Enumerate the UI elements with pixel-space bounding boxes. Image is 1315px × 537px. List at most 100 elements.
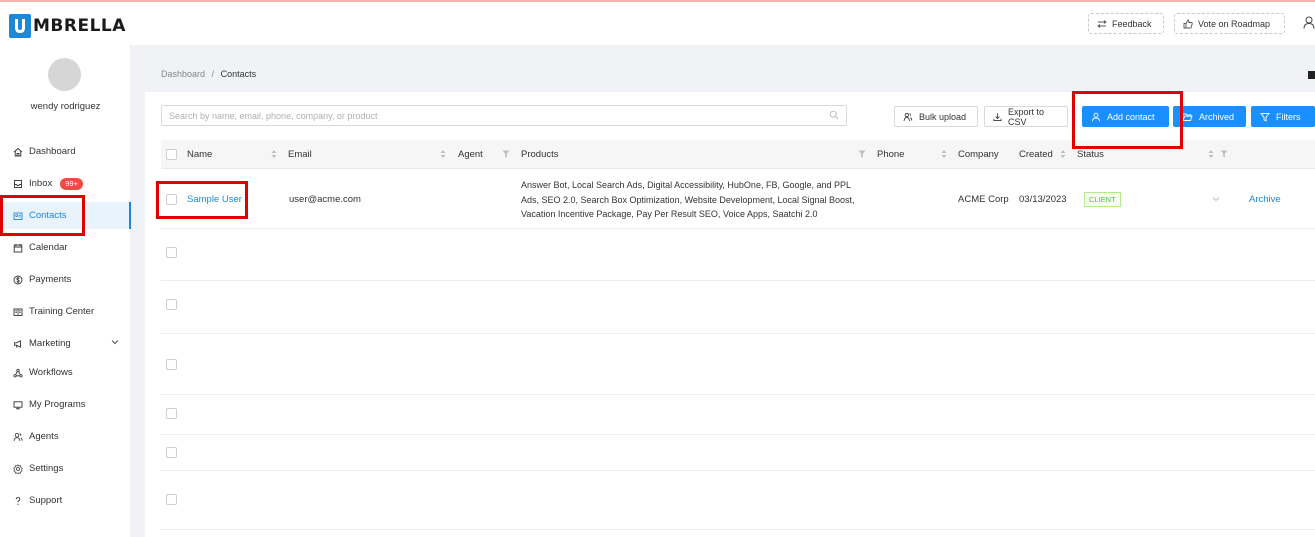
thumbs-up-icon — [1183, 19, 1193, 28]
sidebar-item-my-programs[interactable]: My Programs — [0, 391, 131, 418]
col-name[interactable]: Name — [187, 140, 212, 169]
filter-icon[interactable] — [1220, 150, 1228, 158]
user-profile-icon[interactable] — [1303, 16, 1315, 32]
row-checkbox[interactable] — [166, 247, 177, 258]
chevron-down-icon[interactable] — [111, 339, 119, 345]
sort-icon[interactable] — [440, 149, 446, 159]
filters-button[interactable]: Filters — [1251, 106, 1315, 127]
avatar[interactable] — [48, 58, 81, 91]
col-created[interactable]: Created — [1019, 140, 1053, 169]
sidebar-item-label: Training Center — [29, 306, 95, 317]
sidebar-item-marketing[interactable]: Marketing — [0, 330, 131, 357]
breadcrumb-separator: / — [211, 69, 215, 79]
export-csv-label: Export to CSV — [1007, 106, 1044, 127]
table-row — [161, 435, 1315, 471]
sidebar-item-label: Calendar — [29, 242, 68, 253]
breadcrumb-dashboard[interactable]: Dashboard — [161, 69, 205, 79]
sidebar-item-support[interactable]: Support — [0, 487, 131, 514]
sort-icon[interactable] — [1060, 149, 1066, 159]
sidebar-item-label: Payments — [29, 274, 72, 285]
sidebar-item-settings[interactable]: Settings — [0, 455, 131, 482]
sort-icon[interactable] — [1208, 149, 1214, 159]
folder-open-icon — [1182, 113, 1193, 121]
row-checkbox[interactable] — [166, 299, 177, 310]
sidebar-item-agents[interactable]: Agents — [0, 423, 131, 450]
sidebar-item-label: Support — [29, 495, 63, 506]
swap-icon — [1097, 19, 1107, 28]
table-row — [161, 334, 1315, 395]
contact-company: ACME Corp — [958, 194, 1009, 205]
sidebar-item-calendar[interactable]: Calendar — [0, 234, 131, 261]
sidebar-item-label: Inbox — [29, 178, 53, 189]
top-header: MBRELLA Feedback Vote on Roadmap — [0, 2, 1315, 45]
chevron-down-icon[interactable] — [1212, 196, 1220, 202]
inbox-count-badge: 99+ — [60, 177, 83, 190]
highlight-box-contacts — [0, 195, 85, 236]
row-checkbox[interactable] — [166, 408, 177, 419]
user-name: wendy rodriguez — [30, 101, 101, 112]
contact-products: Answer Bot, Local Search Ads, Digital Ac… — [521, 180, 855, 219]
monitor-icon — [13, 400, 23, 409]
table-row — [161, 471, 1315, 530]
sidebar-item-inbox[interactable]: Inbox 99+ — [0, 170, 131, 197]
row-checkbox[interactable] — [166, 359, 177, 370]
logo-mark-icon — [9, 14, 31, 38]
sidebar-item-payments[interactable]: Payments — [0, 266, 131, 293]
contact-email: user@acme.com — [289, 194, 361, 205]
roadmap-label: Vote on Roadmap — [1198, 18, 1271, 29]
brand-name: MBRELLA — [33, 16, 126, 36]
sort-icon[interactable] — [941, 149, 947, 159]
book-icon — [13, 308, 23, 316]
breadcrumb-current: Contacts — [220, 69, 257, 79]
sidebar-item-label: My Programs — [29, 399, 86, 410]
question-icon — [15, 496, 21, 505]
archive-link[interactable]: Archive — [1249, 194, 1281, 205]
sidebar-item-label: Agents — [29, 431, 59, 442]
sidebar-item-workflows[interactable]: Workflows — [0, 359, 131, 386]
col-email[interactable]: Email — [288, 140, 312, 169]
col-products[interactable]: Products — [521, 140, 559, 169]
filter-icon[interactable] — [502, 150, 510, 158]
sidebar-item-label: Marketing — [29, 338, 71, 349]
search-icon[interactable] — [829, 110, 839, 120]
archived-button[interactable]: Archived — [1173, 106, 1246, 127]
gear-icon — [13, 463, 23, 474]
table-row — [161, 229, 1315, 281]
home-icon — [13, 147, 23, 156]
search-input[interactable]: Search by name, email, phone, company, o… — [161, 105, 847, 126]
col-company[interactable]: Company — [958, 140, 999, 169]
sidebar-item-label: Settings — [29, 463, 64, 474]
feedback-label: Feedback — [1112, 18, 1152, 29]
agents-upload-icon — [903, 112, 913, 121]
dark-square-indicator — [1308, 71, 1315, 79]
row-checkbox[interactable] — [166, 447, 177, 458]
dollar-icon — [13, 275, 23, 284]
filters-label: Filters — [1276, 111, 1301, 122]
highlight-box-add-contact — [1072, 91, 1183, 149]
feedback-button[interactable]: Feedback — [1088, 13, 1164, 34]
contacts-card: Search by name, email, phone, company, o… — [145, 92, 1315, 537]
status-badge: CLIENT — [1084, 192, 1121, 207]
sidebar-item-label: Workflows — [29, 367, 73, 378]
col-phone[interactable]: Phone — [877, 140, 904, 169]
filter-icon — [1260, 112, 1270, 121]
download-icon — [993, 112, 1002, 121]
table-row[interactable]: Sample User user@acme.com Answer Bot, Lo… — [161, 169, 1315, 229]
brand-logo[interactable]: MBRELLA — [9, 14, 126, 38]
col-agent[interactable]: Agent — [458, 140, 483, 169]
contact-created: 03/13/2023 — [1019, 194, 1067, 205]
export-csv-button[interactable]: Export to CSV — [984, 106, 1068, 127]
sidebar-item-dashboard[interactable]: Dashboard — [0, 138, 131, 165]
filter-icon[interactable] — [858, 150, 866, 158]
archived-label: Archived — [1199, 111, 1235, 122]
sidebar-item-training-center[interactable]: Training Center — [0, 298, 131, 325]
highlight-box-sample-user — [156, 181, 248, 219]
inbox-icon — [14, 179, 22, 188]
sort-icon[interactable] — [271, 149, 277, 159]
breadcrumb: Dashboard / Contacts — [161, 69, 256, 79]
table-row — [161, 281, 1315, 334]
vote-roadmap-button[interactable]: Vote on Roadmap — [1174, 13, 1285, 34]
select-all-checkbox[interactable] — [166, 149, 177, 160]
row-checkbox[interactable] — [166, 494, 177, 505]
bulk-upload-button[interactable]: Bulk upload — [894, 106, 978, 127]
